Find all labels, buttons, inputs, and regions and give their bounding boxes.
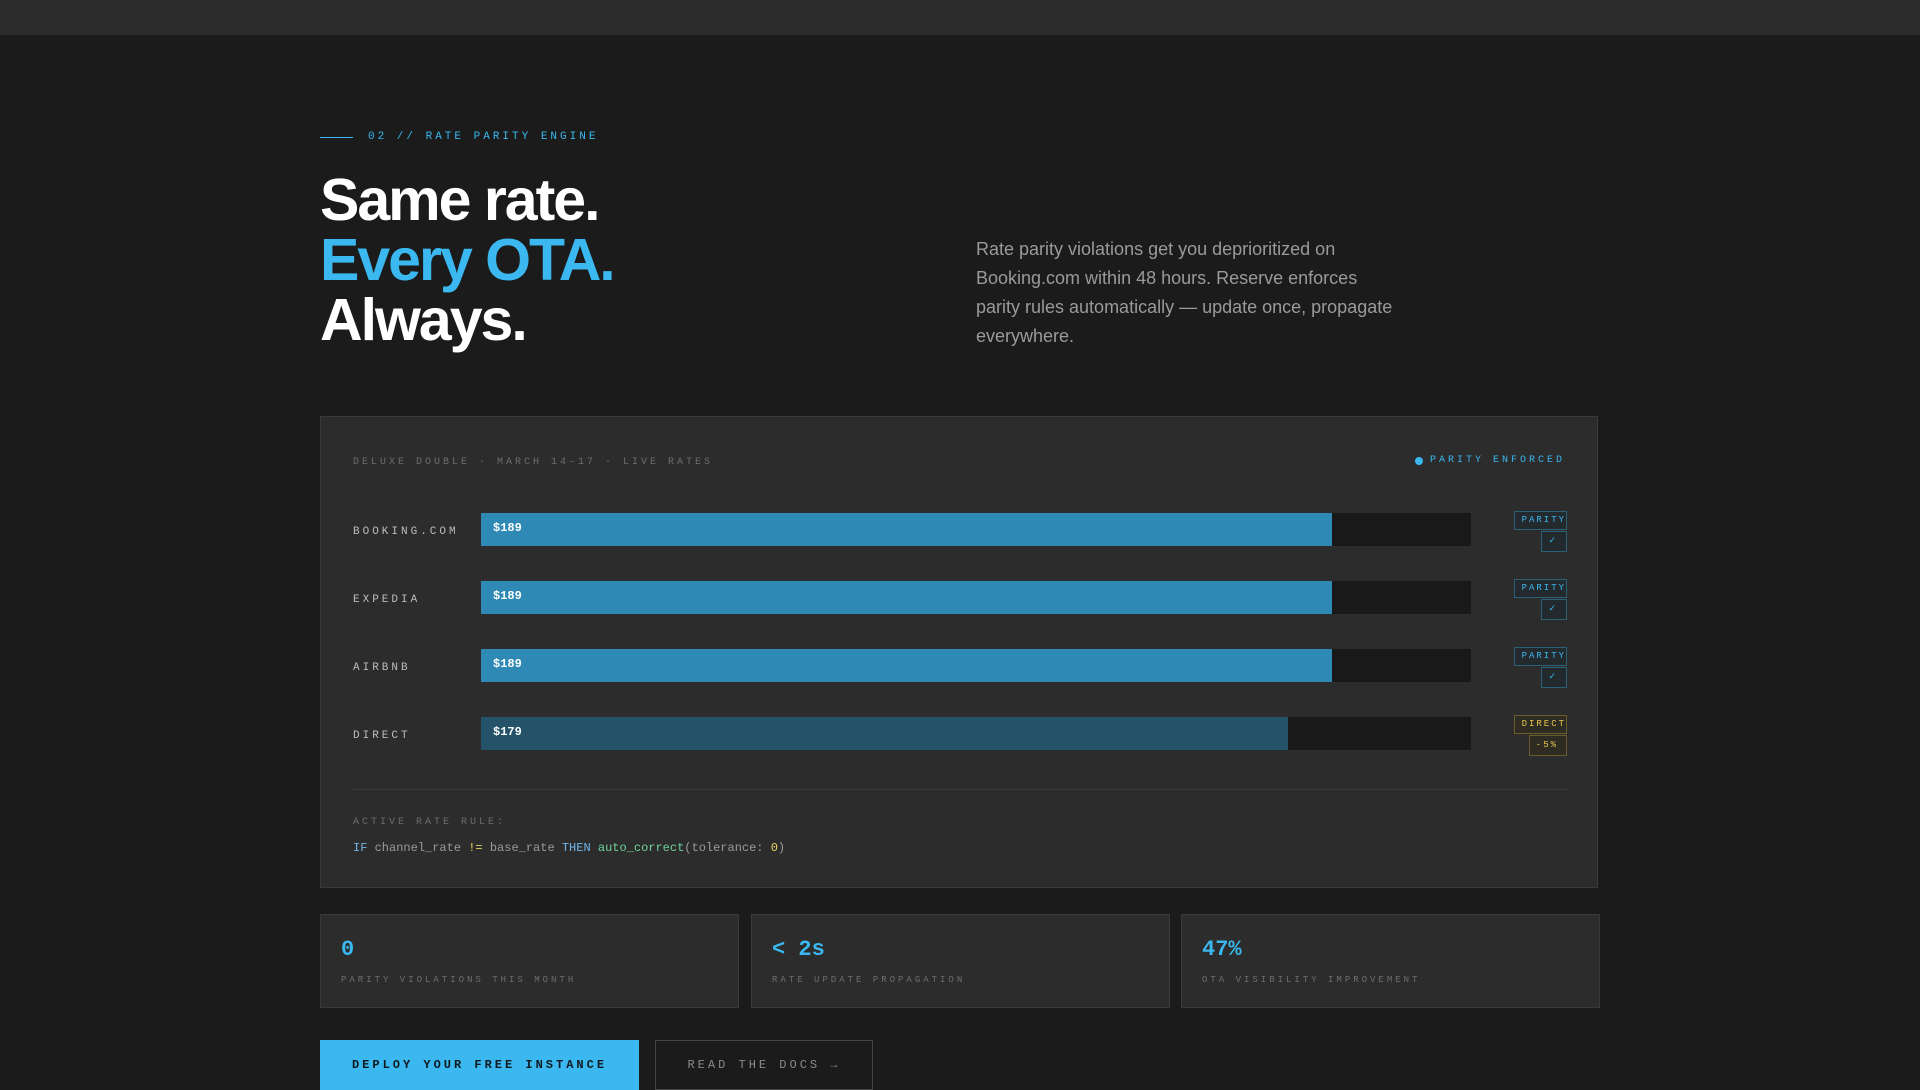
rate-row-airbnb: AIRBNB $189 PARITY ✓ [353, 647, 1567, 688]
rate-bar: $189 [481, 649, 1333, 682]
panel-header: DELUXE DOUBLE · MARCH 14–17 · LIVE RATES [353, 457, 714, 468]
parity-badge: PARITY ✓ [1513, 511, 1567, 552]
channel-label: EXPEDIA [353, 594, 421, 606]
channel-label: BOOKING.COM [353, 526, 459, 538]
stat-value: 0 [341, 937, 355, 962]
rule-label: ACTIVE RATE RULE: [353, 817, 507, 828]
stat-caption: OTA VISIBILITY IMPROVEMENT [1202, 975, 1421, 985]
rate-row-expedia: EXPEDIA $189 PARITY ✓ [353, 579, 1567, 620]
rule-left-operand: channel_rate [374, 841, 462, 855]
rate-bar-track: $179 [481, 717, 1471, 750]
rate-bar: $189 [481, 513, 1333, 546]
stat-card-violations: 0 PARITY VIOLATIONS THIS MONTH [320, 914, 739, 1008]
stat-caption: PARITY VIOLATIONS THIS MONTH [341, 975, 577, 985]
stat-card-propagation: < 2s RATE UPDATE PROPAGATION [751, 914, 1170, 1008]
rule-right-operand: base_rate [489, 841, 555, 855]
check-icon: ✓ [1541, 531, 1567, 552]
intro-paragraph: Rate parity violations get you depriorit… [976, 239, 1393, 346]
parity-badge: PARITY ✓ [1513, 579, 1567, 620]
rule-code: IF channel_rate != base_rate THEN auto_c… [353, 841, 786, 855]
panel-divider [353, 789, 1567, 790]
headline: Same rate. Every OTA. Always. [320, 167, 616, 353]
direct-badge: DIRECT -5% [1513, 715, 1567, 756]
discount-label: -5% [1528, 735, 1567, 756]
section-eyebrow: 02 // RATE PARITY ENGINE [320, 131, 598, 143]
parity-badge: PARITY ✓ [1513, 647, 1567, 688]
check-icon: ✓ [1541, 667, 1567, 688]
stat-card-visibility: 47% OTA VISIBILITY IMPROVEMENT [1181, 914, 1600, 1008]
badge-label: PARITY [1513, 511, 1567, 530]
channel-label: DIRECT [353, 730, 411, 742]
parity-status: PARITY ENFORCED [1414, 455, 1565, 466]
read-docs-button[interactable]: READ THE DOCS → [655, 1040, 873, 1090]
stat-caption: RATE UPDATE PROPAGATION [772, 975, 966, 985]
rule-if-keyword: IF [353, 841, 368, 855]
rate-bar: $179 [481, 717, 1288, 750]
rule-function: auto_correct [597, 841, 685, 855]
rate-row-booking: BOOKING.COM $189 PARITY ✓ [353, 511, 1567, 552]
headline-line-1: Same rate. [320, 167, 600, 233]
rate-bar-track: $189 [481, 581, 1471, 614]
rule-operator: != [468, 841, 483, 855]
stat-value: 47% [1202, 937, 1242, 962]
badge-label: PARITY [1513, 579, 1567, 598]
rule-arg-value: 0 [770, 841, 778, 855]
rule-arg-name: tolerance: [691, 841, 764, 855]
headline-line-2: Every OTA. [320, 227, 616, 293]
eyebrow-text: 02 // RATE PARITY ENGINE [368, 131, 599, 143]
check-icon: ✓ [1541, 599, 1567, 620]
rate-row-direct: DIRECT $179 DIRECT -5% [353, 715, 1567, 756]
badge-label: PARITY [1513, 647, 1567, 666]
rate-value: $189 [493, 589, 522, 603]
rate-value: $189 [493, 521, 522, 535]
status-dot-icon [1414, 456, 1423, 465]
parity-status-label: PARITY ENFORCED [1429, 455, 1565, 466]
headline-line-3: Always. [320, 287, 528, 353]
rate-bar-track: $189 [481, 649, 1471, 682]
browser-top-bar [0, 0, 1920, 35]
deploy-button[interactable]: DEPLOY YOUR FREE INSTANCE [320, 1040, 639, 1090]
rate-value: $179 [493, 725, 522, 739]
rate-panel: DELUXE DOUBLE · MARCH 14–17 · LIVE RATES… [320, 416, 1598, 888]
rate-value: $189 [493, 657, 522, 671]
stat-value: < 2s [772, 937, 825, 962]
eyebrow-line [320, 136, 353, 138]
rate-bar: $189 [481, 581, 1333, 614]
badge-label: DIRECT [1513, 715, 1567, 734]
rate-bar-track: $189 [481, 513, 1471, 546]
rule-then-keyword: THEN [561, 841, 591, 855]
channel-label: AIRBNB [353, 662, 411, 674]
